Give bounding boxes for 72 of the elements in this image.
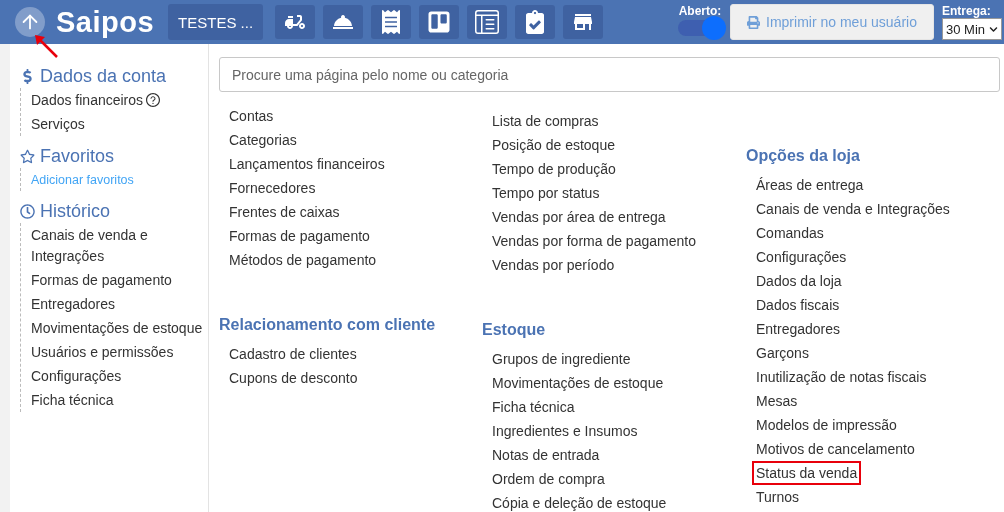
page-link[interactable]: Categorias	[229, 128, 297, 152]
sidebar-link[interactable]: Movimentações de estoque	[31, 316, 211, 340]
page-link[interactable]: Mesas	[756, 389, 798, 413]
page-link[interactable]: Posição de estoque	[492, 133, 615, 157]
page-link[interactable]: Configurações	[756, 245, 847, 269]
page-link[interactable]: Movimentações de estoque	[492, 371, 664, 395]
page-link[interactable]: Ordem de compra	[492, 467, 605, 491]
page-link[interactable]: Tempo por status	[492, 181, 600, 205]
receipt-button[interactable]	[371, 5, 412, 39]
section-title: Favoritos	[40, 145, 115, 168]
page-link[interactable]: Grupos de ingrediente	[492, 347, 631, 371]
layout-icon	[475, 10, 500, 34]
page-link[interactable]: Vendas por forma de pagamento	[492, 229, 696, 253]
page-link[interactable]: Tempo de produção	[492, 157, 616, 181]
page-link[interactable]: Modelos de impressão	[756, 413, 897, 437]
scooter-button[interactable]	[275, 5, 316, 39]
page-link[interactable]: Dados da loja	[756, 269, 842, 293]
sidebar-link[interactable]: Canais de venda e Integrações	[31, 223, 211, 268]
printer-icon	[747, 15, 761, 29]
star-icon	[20, 148, 35, 164]
sidebar-link[interactable]: Serviços	[31, 112, 211, 136]
search-field[interactable]: Procure uma página pelo nome ou categoria	[219, 57, 1000, 92]
page-link[interactable]: Turnos	[756, 485, 800, 509]
store-button[interactable]	[563, 5, 604, 39]
page-link[interactable]: Áreas de entrega	[756, 173, 864, 197]
page-link[interactable]: Cupons de desconto	[229, 366, 358, 390]
page-link[interactable]: Garçons	[756, 341, 809, 365]
store-button[interactable]: TESTES ...	[168, 4, 264, 40]
page-link[interactable]: Vendas por área de entrega	[492, 205, 666, 229]
section-title: Dados da conta	[40, 65, 167, 88]
delivery-select[interactable]: 30 Min	[942, 18, 1002, 40]
page-link[interactable]: Lista de compras	[492, 109, 599, 133]
page-link[interactable]: Canais de venda e Integrações	[756, 197, 950, 221]
category-title: Relacionamento com cliente	[219, 315, 437, 335]
category-title: Estoque	[482, 320, 547, 340]
sidebar-link[interactable]: Ficha técnica	[31, 388, 211, 412]
chevron-down-icon	[989, 24, 998, 34]
category-title: Opções da loja	[746, 146, 861, 166]
page-link[interactable]: Frentes de caixas	[229, 200, 340, 224]
sidebar-link[interactable]: Dados financeiros	[31, 88, 211, 112]
page-link[interactable]: Notas de entrada	[492, 443, 600, 467]
layout-button[interactable]	[467, 5, 508, 39]
delivery-label: Entrega:	[942, 4, 991, 18]
sidebar-link[interactable]: Usuários e permissões	[31, 340, 211, 364]
sidebar-link[interactable]: Formas de pagamento	[31, 268, 211, 292]
page-link[interactable]: Dados fiscais	[756, 293, 840, 317]
page-link[interactable]: Vendas por período	[492, 253, 615, 277]
page-link[interactable]: Contas	[229, 104, 274, 128]
page-link[interactable]: Fornecedores	[229, 176, 316, 200]
logo: Saipos	[56, 5, 155, 39]
page-link[interactable]: Cadastro de clientes	[229, 342, 357, 366]
page-link[interactable]: Lançamentos financeiros	[229, 152, 385, 176]
up-button[interactable]	[15, 7, 45, 37]
page-link[interactable]: Métodos de pagamento	[229, 248, 377, 272]
sidebar-link[interactable]: Entregadores	[31, 292, 211, 316]
clipboard-check-button[interactable]	[515, 5, 556, 39]
page-link[interactable]: Status da venda	[752, 461, 862, 485]
page-link[interactable]: Formas de pagamento	[229, 224, 370, 248]
page-link[interactable]: Motivos de cancelamento	[756, 437, 915, 461]
section-title: Histórico	[40, 200, 110, 223]
page-link[interactable]: Comandas	[756, 221, 824, 245]
board-icon	[427, 10, 452, 34]
help-icon[interactable]	[145, 92, 162, 108]
page-link[interactable]: Inutilização de notas fiscais	[756, 365, 927, 389]
clock-icon	[20, 203, 35, 219]
board-button[interactable]	[419, 5, 460, 39]
page-link[interactable]: Cópia e deleção de estoque	[492, 491, 667, 512]
page-link[interactable]: Ficha técnica	[492, 395, 575, 419]
open-label: Aberto:	[678, 4, 722, 18]
page-link[interactable]: Entregadores	[756, 317, 841, 341]
sidebar-link[interactable]: Configurações	[31, 364, 211, 388]
page-link[interactable]: Ingredientes e Insumos	[492, 419, 638, 443]
